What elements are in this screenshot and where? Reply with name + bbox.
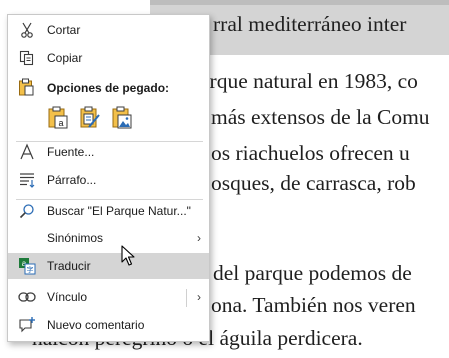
document-line-text: os riachuelos ofrecen u (211, 141, 410, 165)
menu-item-label: Sinónimos (47, 231, 104, 245)
menu-item-synonyms[interactable]: Sinónimos › (8, 225, 209, 251)
paste-picture-icon (111, 106, 133, 133)
paste-options-title: Opciones de pegado: (47, 81, 170, 95)
paste-merge-formatting-icon (79, 106, 101, 133)
document-line-text: ona. También nos veren (211, 293, 416, 317)
menu-item-label: Buscar "El Parque Natur..." (47, 204, 191, 218)
menu-item-translate[interactable]: a 字 Traducir (8, 253, 209, 279)
menu-item-label: Copiar (47, 51, 83, 65)
menu-item-label: Fuente... (47, 145, 95, 159)
context-menu: Cortar Copiar Opciones de pegado: a Fuen… (7, 14, 210, 342)
document-line-text: osques, de carrasca, rob (211, 171, 416, 195)
menu-item-cut[interactable]: Cortar (8, 17, 209, 43)
menu-item-link[interactable]: Vínculo › (8, 284, 209, 310)
scissors-icon (18, 21, 36, 39)
paste-picture-button[interactable] (109, 105, 135, 133)
link-icon (18, 288, 36, 306)
menu-item-copy[interactable]: Copiar (8, 45, 209, 71)
search-icon (18, 202, 36, 220)
menu-item-label: Párrafo... (47, 173, 97, 187)
translate-icon: a 字 (18, 257, 36, 275)
document-line-text: del parque podemos de (213, 261, 412, 285)
selection-highlight-edge (150, 0, 449, 5)
menu-item-font[interactable]: Fuente... (8, 139, 209, 165)
menu-item-search[interactable]: Buscar "El Parque Natur..." (8, 198, 209, 224)
chevron-right-icon: › (197, 231, 201, 245)
paste-keep-text-only-button[interactable]: a (45, 105, 71, 133)
copy-icon (18, 49, 36, 67)
menu-item-label: Cortar (47, 23, 81, 37)
document-line-text: arque natural en 1983, co (200, 69, 418, 93)
menu-item-label: Nuevo comentario (47, 318, 145, 332)
paste-merge-formatting-button[interactable] (77, 105, 103, 133)
split-button-divider (186, 289, 187, 307)
menu-item-label: Vínculo (47, 290, 88, 304)
document-line-text: más extensos de la Comu (211, 105, 430, 129)
clipboard-icon (18, 78, 36, 96)
paste-keep-text-only-icon: a (47, 106, 69, 133)
new-comment-icon (18, 316, 36, 334)
svg-text:字: 字 (27, 265, 34, 274)
menu-item-label: Traducir (47, 259, 91, 273)
menu-item-new-comment[interactable]: Nuevo comentario (8, 312, 209, 338)
menu-item-paragraph[interactable]: Párrafo... (8, 167, 209, 193)
paragraph-icon (18, 171, 36, 189)
mouse-pointer-icon (121, 245, 137, 267)
font-icon (18, 143, 36, 161)
chevron-right-icon[interactable]: › (197, 284, 201, 310)
document-line-text: rral mediterráneo inter (213, 12, 407, 36)
svg-text:a: a (58, 118, 63, 128)
